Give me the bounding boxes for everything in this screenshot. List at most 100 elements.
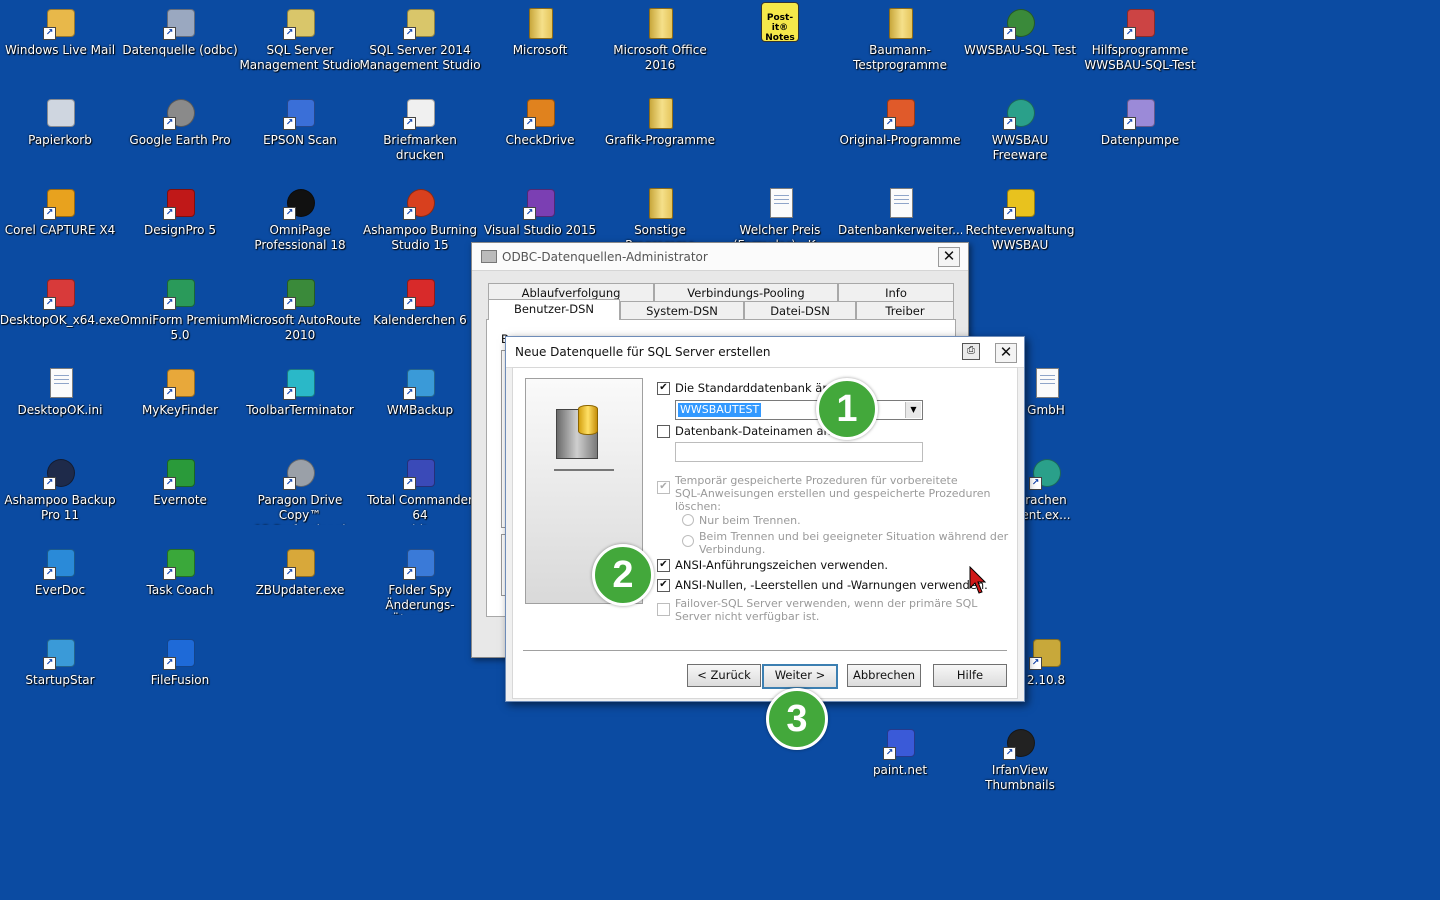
desktop-icon[interactable]: ↗ Total Commander 64 bit bbox=[360, 450, 480, 536]
desktop-icon[interactable]: Grafik-Programme bbox=[600, 90, 720, 176]
desktop-icon[interactable]: ↗ Paragon Drive Copy™ 15 Professional bbox=[240, 450, 360, 536]
drive-check-icon: ↗ bbox=[523, 96, 557, 130]
shortcut-arrow-icon: ↗ bbox=[523, 117, 536, 130]
ansi-quotes-checkbox[interactable]: ✔ bbox=[657, 559, 670, 572]
document-icon bbox=[763, 186, 797, 220]
tab-verbindungs-pooling[interactable]: Verbindungs-Pooling bbox=[654, 283, 838, 302]
next-button[interactable]: Weiter > bbox=[762, 664, 838, 689]
failover-label: Failover-SQL Server verwenden, wenn der … bbox=[675, 597, 978, 623]
desktop-icon[interactable]: ↗ Google Earth Pro bbox=[120, 90, 240, 176]
desktop-icon[interactable]: ↗ EverDoc bbox=[0, 540, 120, 626]
lock-icon: ↗ bbox=[1003, 186, 1037, 220]
tab-benutzer-dsn[interactable]: Benutzer-DSN bbox=[488, 299, 620, 320]
desktop-icon[interactable]: Papierkorb bbox=[0, 90, 120, 176]
desktop-icon[interactable]: ↗ MyKeyFinder bbox=[120, 360, 240, 446]
desktop-icon[interactable]: Microsoft bbox=[480, 0, 600, 86]
dialog-title-bar[interactable]: Neue Datenquelle für SQL Server erstelle… bbox=[506, 337, 1024, 368]
desktop-icon[interactable]: ↗ StartupStar bbox=[0, 630, 120, 716]
desktop-icon[interactable]: ↗ SQL Server Management Studio bbox=[239, 0, 361, 86]
desktop-icon[interactable]: Microsoft Office 2016 bbox=[600, 0, 720, 86]
ansi-nulls-checkbox[interactable]: ✔ bbox=[657, 579, 670, 592]
desktop-icon[interactable]: DesktopOK.ini bbox=[0, 360, 120, 446]
desktop-icon[interactable]: ↗ Task Coach bbox=[120, 540, 240, 626]
odbc-close-button[interactable]: ✕ bbox=[938, 247, 960, 267]
desktop-icon[interactable]: ↗ Rechteverwaltung WWSBAU bbox=[960, 180, 1080, 266]
shortcut-arrow-icon: ↗ bbox=[403, 27, 416, 40]
tab-system-dsn[interactable]: System-DSN bbox=[620, 301, 744, 320]
desktop-icon[interactable]: ↗ WWSBAU-SQL Test bbox=[960, 0, 1080, 86]
desktop-icon-label: Evernote bbox=[153, 493, 207, 507]
desktop-icon[interactable]: ↗ DesignPro 5 bbox=[120, 180, 240, 266]
tab-treiber[interactable]: Treiber bbox=[856, 301, 954, 320]
desktop-icon[interactable]: ↗ Microsoft AutoRoute 2010 bbox=[239, 270, 361, 356]
shortcut-arrow-icon: ↗ bbox=[1003, 117, 1016, 130]
desktop-icon[interactable]: ↗ ToolbarTerminator bbox=[240, 360, 360, 446]
folder-icon bbox=[643, 96, 677, 130]
shortcut-arrow-icon: ↗ bbox=[1003, 747, 1016, 760]
new-sql-datasource-dialog[interactable]: Neue Datenquelle für SQL Server erstelle… bbox=[505, 336, 1025, 702]
magnifier-icon: ↗ bbox=[403, 546, 437, 580]
desktop-icon[interactable]: ↗ OmniForm Premium 5.0 bbox=[120, 270, 240, 356]
network-line bbox=[554, 469, 614, 471]
help-button[interactable]: Hilfe bbox=[933, 664, 1007, 687]
desktop-icon[interactable]: ↗ Briefmarken drucken bbox=[360, 90, 480, 176]
attach-db-checkbox[interactable] bbox=[657, 425, 670, 438]
print-icon[interactable]: ⎙ bbox=[962, 343, 980, 360]
shortcut-arrow-icon: ↗ bbox=[163, 207, 176, 220]
change-default-db-checkbox[interactable]: ✔ bbox=[657, 382, 670, 395]
desktop-icon[interactable]: ↗ Original-Programme bbox=[840, 90, 961, 176]
desktop-icon-label: Ashampoo Backup Pro 11 bbox=[4, 493, 116, 522]
desktop-icon-label: Microsoft Office 2016 bbox=[613, 43, 707, 72]
desktop-icon[interactable]: ↗ DesktopOK_x64.exe bbox=[0, 270, 120, 356]
odbc-title-bar[interactable]: ODBC-Datenquellen-Administrator ✕ bbox=[472, 243, 968, 271]
tab-info[interactable]: Info bbox=[838, 283, 954, 302]
desktop-icon[interactable]: ↗ Folder Spy Änderungs-Überwa... bbox=[360, 540, 480, 626]
globe-icon: ↗ bbox=[1029, 456, 1063, 490]
desktop-icon[interactable]: ↗ OmniPage Professional 18 bbox=[240, 180, 360, 266]
desktop-icon[interactable]: ↗ paint.net bbox=[840, 720, 960, 806]
default-db-combobox[interactable]: WWSBAUTEST ▼ bbox=[675, 400, 923, 420]
attach-db-filename-input[interactable] bbox=[675, 442, 923, 462]
desktop-icon[interactable]: ↗ Evernote bbox=[120, 450, 240, 536]
desktop-icon[interactable]: ↗ Ashampoo Burning Studio 15 bbox=[360, 180, 480, 266]
desktop-icon[interactable]: ↗ Corel CAPTURE X4 bbox=[0, 180, 120, 266]
folder-icon bbox=[523, 6, 557, 40]
desktop-icon[interactable]: ↗ Datenpumpe bbox=[1080, 90, 1200, 176]
globe-icon: ↗ bbox=[1003, 96, 1037, 130]
desktop-icon-label: Microsoft AutoRoute 2010 bbox=[239, 313, 361, 342]
folder-icon bbox=[883, 6, 917, 40]
desktop-icon[interactable]: ↗ WWSBAU Freeware bbox=[960, 90, 1080, 176]
desktop-icon[interactable]: ↗ ZBUpdater.exe bbox=[240, 540, 360, 626]
desktop-icon[interactable]: ↗ FileFusion bbox=[120, 630, 240, 716]
shortcut-arrow-icon: ↗ bbox=[283, 297, 296, 310]
checklist-icon: ↗ bbox=[163, 546, 197, 580]
desktop-icon[interactable]: ↗ CheckDrive bbox=[480, 90, 600, 176]
back-button[interactable]: < Zurück bbox=[687, 664, 761, 687]
temp-procs-checkbox: ✔ bbox=[657, 481, 670, 494]
desktop-icon[interactable]: Post-it® Notes bbox=[720, 0, 840, 86]
shortcut-arrow-icon: ↗ bbox=[403, 207, 416, 220]
desktop-icon[interactable]: ↗ SQL Server 2014 Management Studio bbox=[359, 0, 481, 86]
dialog-title: Neue Datenquelle für SQL Server erstelle… bbox=[515, 345, 771, 359]
radio-on-disconnect-and-suitable-label: Beim Trennen und bei geeigneter Situatio… bbox=[699, 530, 1009, 556]
chevron-down-icon[interactable]: ▼ bbox=[905, 402, 921, 418]
dialog-close-button[interactable]: ✕ bbox=[995, 343, 1017, 363]
desktop-icon[interactable]: ↗ Hilfsprogramme WWSBAU-SQL-Test bbox=[1080, 0, 1200, 86]
radio-on-disconnect bbox=[682, 514, 694, 526]
desktop-icon[interactable]: ↗ Ashampoo Backup Pro 11 bbox=[0, 450, 120, 536]
failover-checkbox bbox=[657, 603, 670, 616]
desktop-icon[interactable]: ↗ IrfanView Thumbnails bbox=[960, 720, 1080, 806]
desktop-icon[interactable]: ↗ Windows Live Mail bbox=[0, 0, 120, 86]
desktop-icon[interactable]: Baumann- Testprogramme bbox=[840, 0, 960, 86]
cancel-button[interactable]: Abbrechen bbox=[847, 664, 921, 687]
desktop-icon-label: Ashampoo Burning Studio 15 bbox=[363, 223, 477, 252]
desktop-icon-label: DesktopOK_x64.exe bbox=[0, 313, 121, 327]
desktop-icon[interactable]: ↗ EPSON Scan bbox=[240, 90, 360, 176]
desktop-icon-label: Datenbankerweiter... bbox=[838, 223, 962, 237]
desktop-icon[interactable]: ↗ WMBackup bbox=[360, 360, 480, 446]
desktop-icon[interactable]: ↗ Kalenderchen 6 bbox=[360, 270, 480, 356]
desktop-icon-label: Total Commander 64 bit bbox=[367, 493, 473, 525]
shortcut-arrow-icon: ↗ bbox=[403, 117, 416, 130]
tab-datei-dsn[interactable]: Datei-DSN bbox=[744, 301, 856, 320]
desktop-icon[interactable]: ↗ Datenquelle (odbc) bbox=[120, 0, 240, 86]
